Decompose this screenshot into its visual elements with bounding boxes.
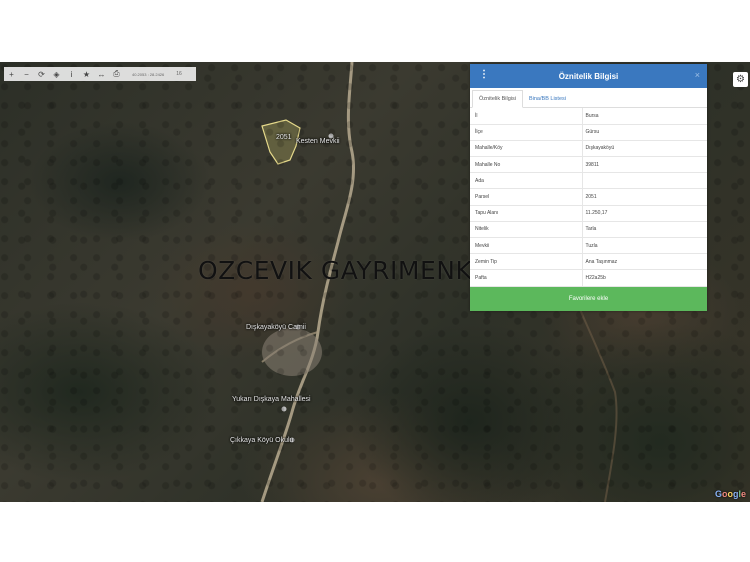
table-row: Nitelik Tarla bbox=[470, 221, 707, 239]
attribute-value: 11.250,17 bbox=[581, 205, 707, 222]
map-label-place: Çıkkaya Köyü Okulu bbox=[230, 437, 294, 444]
attribute-key: Parsel bbox=[470, 188, 582, 206]
table-row: Zemin Tip Ana Taşınmaz bbox=[470, 253, 707, 271]
watermark-text: OZCEVIK GAYRIMENKUL bbox=[198, 256, 505, 285]
map-marker bbox=[281, 406, 287, 412]
print-button[interactable]: ⎙ bbox=[109, 67, 124, 81]
favorite-star-button[interactable]: ★ bbox=[79, 67, 94, 81]
table-row: Tapu Alanı 11.250,17 bbox=[470, 205, 707, 222]
attribute-key: Mevkii bbox=[470, 237, 582, 255]
village-area bbox=[262, 328, 322, 376]
google-logo: Google bbox=[715, 489, 746, 499]
map-label-parcel: 2051 bbox=[276, 134, 292, 141]
table-row: Mahalle No 39811 bbox=[470, 156, 707, 174]
coordinate-readout: 40.2053 : 28.2426 bbox=[132, 71, 165, 77]
menu-icon[interactable]: ⋮ bbox=[479, 69, 489, 80]
attribute-value: 39811 bbox=[581, 156, 707, 174]
tab-building-list[interactable]: Bina/BB Listesi bbox=[523, 91, 572, 107]
map-label-place: Kesten Mevkii bbox=[296, 138, 340, 145]
attribute-panel: ⋮ Öznitelik Bilgisi × Öznitelik Bilgisi … bbox=[470, 64, 707, 311]
panel-tabs: Öznitelik Bilgisi Bina/BB Listesi bbox=[470, 88, 707, 108]
zoom-out-button[interactable]: − bbox=[19, 67, 34, 81]
panel-header: ⋮ Öznitelik Bilgisi × bbox=[470, 64, 707, 88]
table-row: Pafta H22a25b bbox=[470, 269, 707, 287]
map-label-place: Dışkayaköyü Camii bbox=[246, 324, 306, 331]
info-button[interactable]: i bbox=[64, 67, 79, 81]
parcel-polygon bbox=[261, 119, 301, 165]
road-branch bbox=[261, 331, 319, 363]
attribute-key: Ada bbox=[470, 172, 582, 190]
attribute-key: Tapu Alanı bbox=[470, 205, 582, 222]
attribute-value: H22a25b bbox=[581, 269, 707, 287]
attribute-value: Bursa bbox=[581, 108, 707, 125]
table-row: Mahalle/Köy Dışkayaköyü bbox=[470, 140, 707, 158]
close-icon[interactable]: × bbox=[695, 70, 700, 80]
google-logo-letter: G bbox=[715, 489, 723, 499]
google-logo-letter: e bbox=[741, 489, 747, 499]
table-row: İlçe Gürsu bbox=[470, 124, 707, 141]
map-toolbar: + − ⟳ ◈ i ★ ↔ ⎙ 40.2053 : 28.2426 16 bbox=[4, 67, 196, 81]
table-row: Mevkii Tuzla bbox=[470, 237, 707, 255]
attribute-value: Tuzla bbox=[581, 237, 707, 255]
attribute-value: Gürsu bbox=[581, 124, 707, 141]
attribute-table: İl Bursa İlçe Gürsu Mahalle/Köy Dışkayaköyü Ma… bbox=[470, 108, 707, 287]
refresh-button[interactable]: ⟳ bbox=[34, 67, 49, 81]
add-to-favorites-button[interactable]: Favorilere ekle bbox=[470, 287, 707, 311]
attribute-key: Zemin Tip bbox=[470, 253, 582, 271]
app-frame: 2051 Kesten Mevkii Dışkayaköyü Camii Yuk… bbox=[0, 0, 750, 562]
attribute-value: Tarla bbox=[581, 221, 707, 239]
table-row: İl Bursa bbox=[470, 108, 707, 125]
attribute-key: Pafta bbox=[470, 269, 582, 287]
attribute-value: Ana Taşınmaz bbox=[581, 253, 707, 271]
map-label-place: Yukarı Dışkaya Mahallesi bbox=[232, 396, 311, 403]
attribute-key: Mahalle/Köy bbox=[470, 140, 582, 158]
panel-title: Öznitelik Bilgisi bbox=[558, 71, 619, 81]
attribute-key: İlçe bbox=[470, 124, 582, 141]
attribute-value bbox=[581, 172, 707, 190]
attribute-value: Dışkayaköyü bbox=[581, 140, 707, 158]
settings-gear-icon[interactable]: ⚙ bbox=[733, 72, 748, 87]
table-row: Parsel 2051 bbox=[470, 188, 707, 206]
locate-button[interactable]: ◈ bbox=[49, 67, 64, 81]
table-row: Ada bbox=[470, 172, 707, 190]
measure-button[interactable]: ↔ bbox=[94, 67, 109, 81]
attribute-key: Mahalle No bbox=[470, 156, 582, 174]
tab-attribute-info[interactable]: Öznitelik Bilgisi bbox=[472, 90, 523, 108]
zoom-level: 16 bbox=[176, 71, 182, 77]
zoom-in-button[interactable]: + bbox=[4, 67, 19, 81]
attribute-key: Nitelik bbox=[470, 221, 582, 239]
attribute-value: 2051 bbox=[581, 188, 707, 206]
attribute-key: İl bbox=[470, 108, 582, 125]
